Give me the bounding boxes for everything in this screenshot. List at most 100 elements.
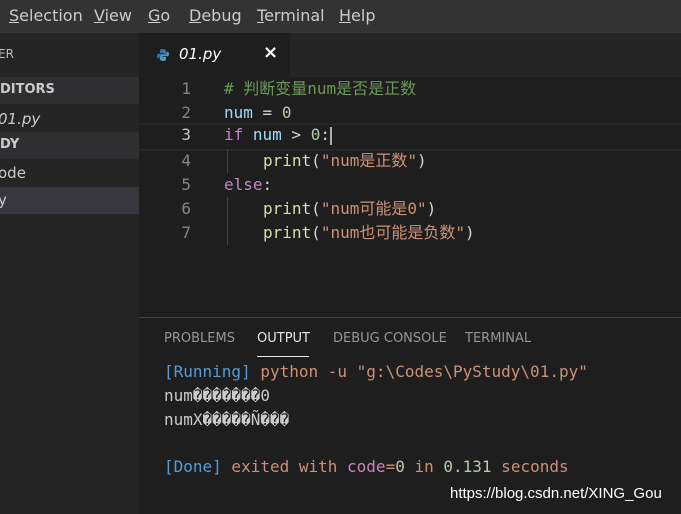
string-token: "num也可能是负数" <box>320 223 465 242</box>
done-text: exited with <box>221 457 348 476</box>
code-line: 1 # 判断变量num是否是正数 <box>139 77 681 101</box>
code-line: 4 print("num是正数") <box>139 149 681 173</box>
explorer-sidebar: ER DITORS 01.py DY ode y <box>0 33 139 514</box>
open-editor-file[interactable]: 01.py <box>0 106 139 133</box>
done-code-value: 0 <box>395 457 405 476</box>
string-token: "num可能是0" <box>320 199 427 218</box>
menu-label: ebug <box>201 6 242 25</box>
operator-token: : <box>320 125 330 144</box>
sidebar-item-file[interactable]: y <box>0 187 139 214</box>
tab-output[interactable]: OUTPUT <box>257 331 310 346</box>
text-cursor <box>329 126 332 145</box>
code-line-current: 3 if num > 0: <box>139 123 681 151</box>
done-seconds-value: 0.131 <box>443 457 492 476</box>
active-tab-indicator <box>257 356 309 357</box>
menu-help[interactable]: Help <box>339 6 375 25</box>
paren-token: ( <box>311 199 321 218</box>
open-editor-file-label: 01.py <box>0 110 41 128</box>
code-text: num = 0 <box>224 101 291 125</box>
line-number: 5 <box>181 175 191 194</box>
sidebar-item-folder[interactable]: ode <box>0 160 139 187</box>
code-text: if num > 0: <box>224 125 332 145</box>
menu-mnemonic: V <box>94 6 105 25</box>
code-text: print("num是正数") <box>263 149 427 173</box>
done-in: in <box>404 457 444 476</box>
menu-label: elp <box>351 6 376 25</box>
indent-guide <box>227 221 228 245</box>
indent-guide <box>227 197 228 221</box>
menu-mnemonic: G <box>148 6 161 25</box>
done-tag: [Done] <box>164 457 222 476</box>
line-number: 7 <box>181 223 191 242</box>
tab-01-py[interactable]: 01.py × <box>139 33 290 77</box>
open-editors-header[interactable]: DITORS <box>0 77 139 104</box>
code-editor[interactable]: 1 # 判断变量num是否是正数 2 num = 0 3 if num > 0:… <box>139 77 681 317</box>
variable-token: num <box>224 103 253 122</box>
tab-label: 01.py <box>179 45 222 63</box>
paren-token: ( <box>311 151 321 170</box>
tab-terminal[interactable]: TERMINAL <box>465 331 531 346</box>
function-token: print <box>263 199 312 218</box>
menu-label: o <box>160 6 171 25</box>
line-number: 6 <box>181 199 191 218</box>
code-line: 6 print("num可能是0") <box>139 197 681 221</box>
line-number: 3 <box>181 125 191 144</box>
menu-go[interactable]: Go <box>148 6 170 25</box>
code-text: print("num也可能是负数") <box>263 221 475 245</box>
menu-label: iew <box>104 6 132 25</box>
indent-guide <box>227 149 228 173</box>
sidebar-item-folder-label: ode <box>0 164 26 182</box>
running-command: python -u "g:\Codes\PyStudy\01.py" <box>250 362 588 381</box>
python-icon <box>157 49 169 61</box>
menu-mnemonic: S <box>9 6 20 25</box>
paren-token: ) <box>426 199 437 218</box>
keyword-token: else <box>224 175 263 194</box>
open-editors-label: DITORS <box>0 82 55 97</box>
paren-token: ( <box>311 223 321 242</box>
variable-token: num <box>243 125 282 144</box>
code-text: # 判断变量num是否是正数 <box>224 77 416 101</box>
menu-bar: Selection View Go Debug Terminal Help <box>0 0 681 33</box>
running-tag: [Running] <box>164 362 251 381</box>
menu-terminal[interactable]: Terminal <box>257 6 325 25</box>
editor-tab-bar: 01.py × <box>139 33 681 77</box>
output-running-line: [Running] python -u "g:\Codes\PyStudy\01… <box>164 362 588 381</box>
menu-selection[interactable]: Selection <box>9 6 83 25</box>
line-number: 4 <box>181 151 191 170</box>
done-seconds-label: seconds <box>491 457 569 476</box>
code-line: 5 else: <box>139 173 681 197</box>
menu-mnemonic: H <box>339 6 352 25</box>
tab-problems[interactable]: PROBLEMS <box>164 331 235 346</box>
menu-label: election <box>19 6 83 25</box>
function-token: print <box>263 151 312 170</box>
close-icon[interactable]: × <box>263 42 278 63</box>
number-token: 0 <box>281 103 292 122</box>
keyword-token: if <box>224 125 244 144</box>
output-done-line: [Done] exited with code=0 in 0.131 secon… <box>164 457 569 476</box>
code-text: print("num可能是0") <box>263 197 436 221</box>
sidebar-title: ER <box>0 47 14 61</box>
sidebar-item-file-label: y <box>0 191 7 209</box>
line-number: 2 <box>181 103 191 122</box>
operator-token: : <box>262 175 273 194</box>
folder-header[interactable]: DY <box>0 132 139 159</box>
operator-token: = <box>252 103 282 122</box>
string-token: "num是正数" <box>320 151 417 170</box>
code-line: 2 num = 0 <box>139 101 681 125</box>
menu-mnemonic: T <box>257 6 265 25</box>
function-token: print <box>263 223 312 242</box>
number-token: 0 <box>310 125 321 144</box>
comment-token: # 判断变量num是否是正数 <box>224 79 417 98</box>
code-text: else: <box>224 173 272 197</box>
folder-header-label: DY <box>0 137 20 152</box>
menu-mnemonic: D <box>189 6 202 25</box>
tab-debug-console[interactable]: DEBUG CONSOLE <box>333 331 447 346</box>
paren-token: ) <box>464 223 475 242</box>
menu-debug[interactable]: Debug <box>189 6 242 25</box>
done-eq: = <box>385 457 396 476</box>
watermark: https://blog.csdn.net/XING_Gou <box>450 485 662 502</box>
output-line: numX�����Ñ��� <box>164 410 290 429</box>
menu-view[interactable]: View <box>94 6 132 25</box>
output-line: num�������0 <box>164 386 270 405</box>
menu-label: erminal <box>264 6 325 25</box>
